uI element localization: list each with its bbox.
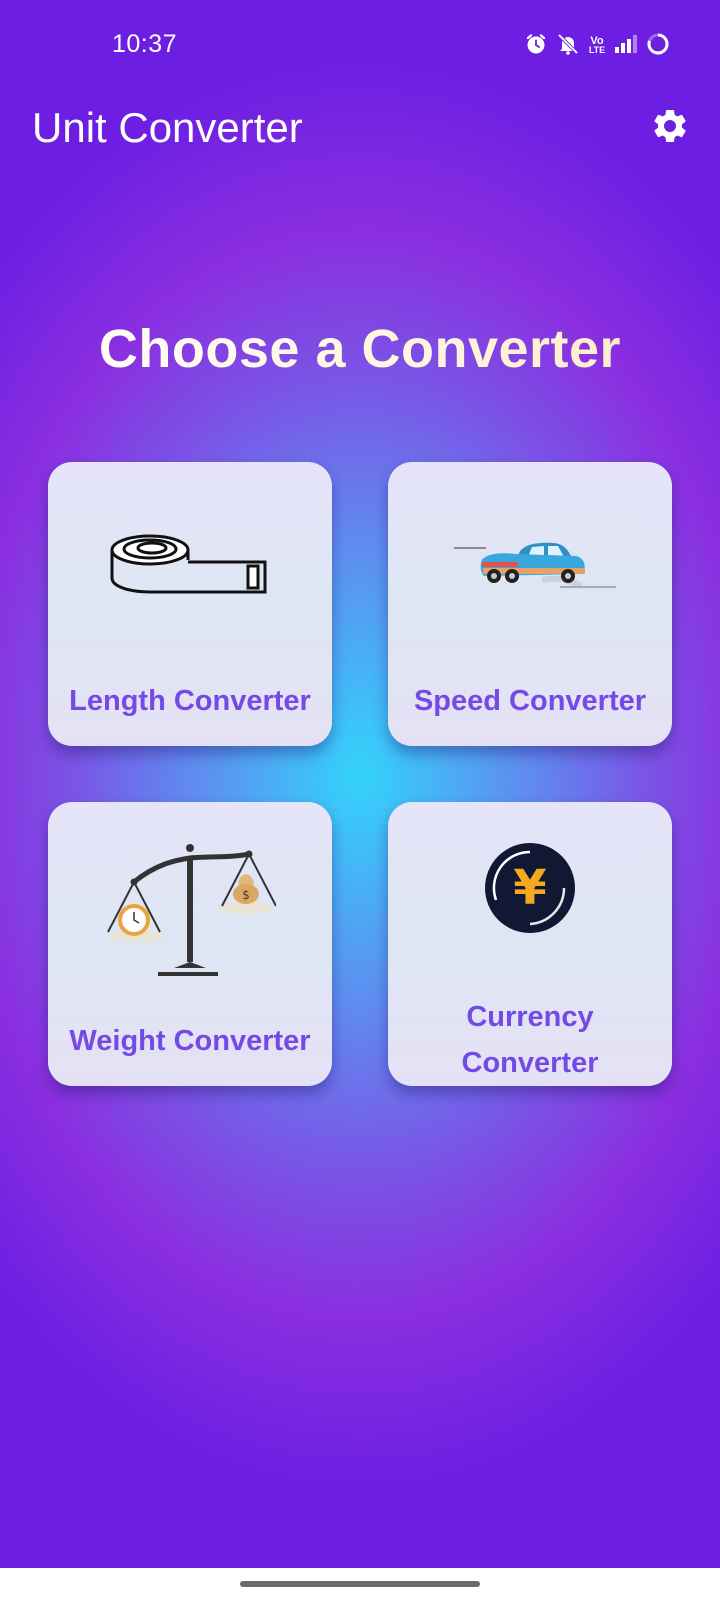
page-heading: Choose a Converter (0, 318, 720, 380)
length-converter-label: Length Converter (69, 685, 311, 717)
gesture-handle[interactable] (240, 1581, 480, 1587)
svg-text:$: $ (242, 888, 250, 902)
settings-button[interactable] (648, 106, 692, 150)
status-icons: Vo LTE (524, 33, 670, 59)
battery-ring-icon (646, 32, 670, 61)
bell-muted-icon (556, 32, 580, 61)
navigation-bar (0, 1568, 720, 1600)
length-converter-card[interactable]: Length Converter (48, 462, 332, 746)
gear-icon (650, 106, 690, 151)
speed-converter-label: Speed Converter (413, 685, 647, 717)
volte-bottom-label: LTE (588, 45, 606, 55)
app-title: Unit Converter (32, 104, 303, 151)
currency-converter-label-line1: Currency (466, 1001, 594, 1033)
alarm-icon (524, 32, 548, 61)
status-time: 10:37 (112, 30, 178, 58)
moving-car-icon (450, 532, 616, 597)
app-bar: Unit Converter (0, 92, 720, 164)
status-bar: 10:37 Vo LTE (0, 0, 720, 92)
balance-scale-icon: $ (106, 844, 277, 985)
volte-icon: Vo LTE (588, 36, 606, 55)
yen-coin-icon: ¥ (484, 842, 576, 939)
coin-symbol: ¥ (513, 860, 546, 916)
currency-converter-label-line2: Converter (461, 1047, 599, 1079)
signal-icon (614, 33, 638, 60)
currency-converter-card[interactable]: ¥ Currency Converter (388, 802, 672, 1086)
speed-converter-card[interactable]: Speed Converter (388, 462, 672, 746)
weight-converter-card[interactable]: $ Weight Converter (48, 802, 332, 1086)
measuring-tape-icon (110, 528, 274, 607)
weight-converter-label: Weight Converter (69, 1025, 311, 1057)
